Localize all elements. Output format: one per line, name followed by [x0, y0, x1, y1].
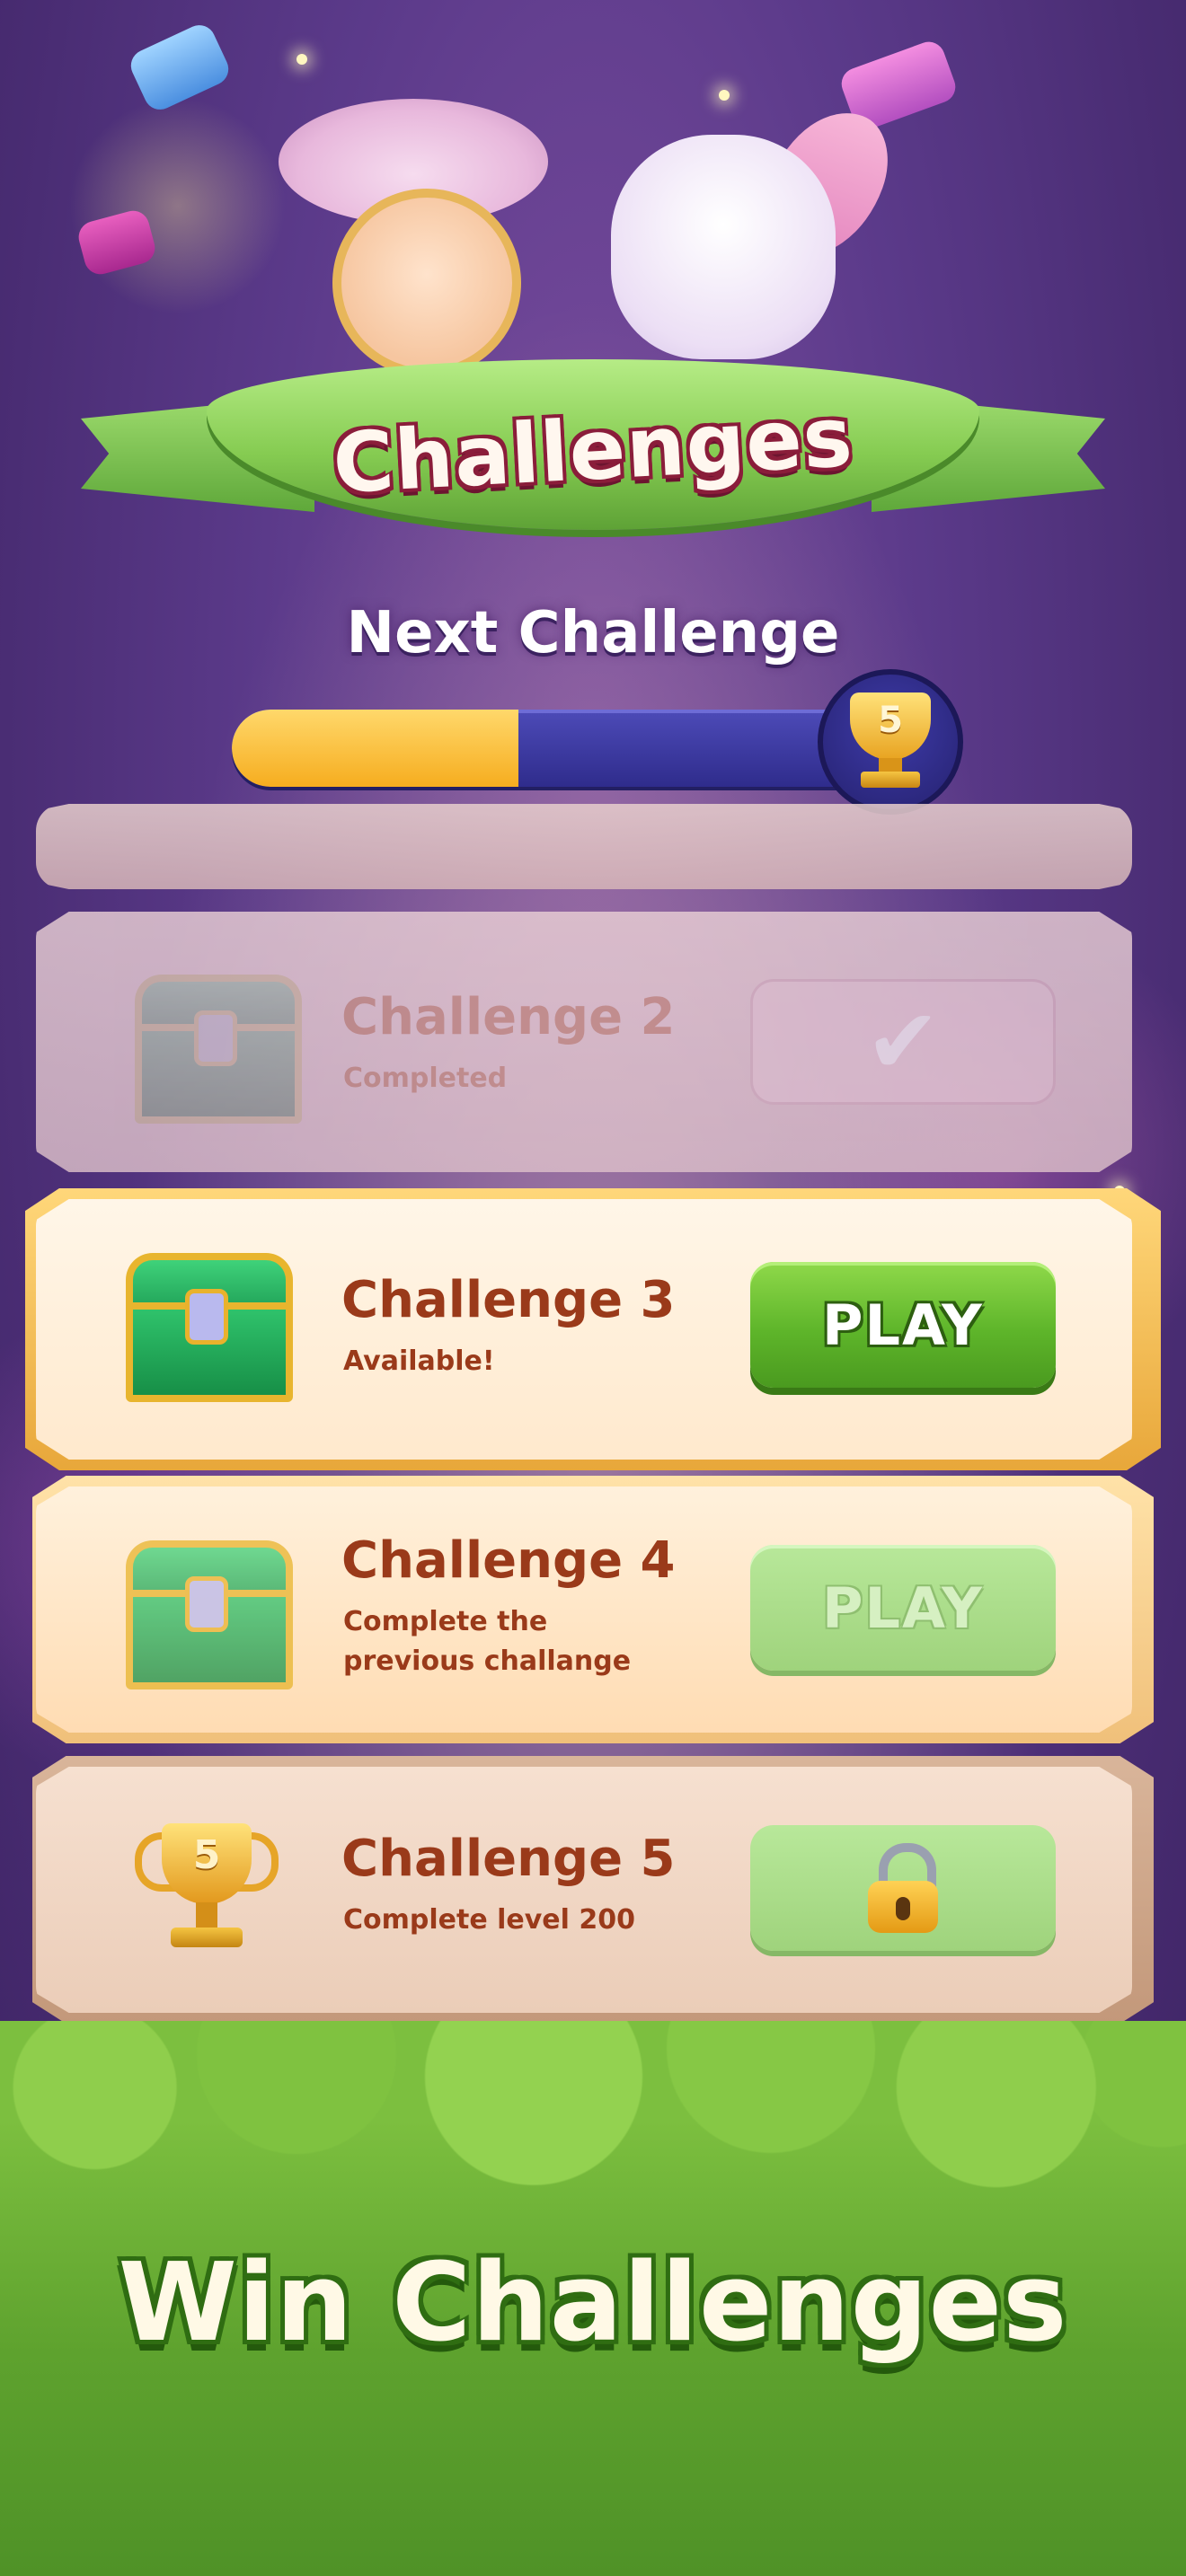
trophy-icon: 5 — [135, 1823, 279, 1958]
title-banner: Challenges — [81, 359, 1105, 548]
challenge-title: Challenge 3 — [341, 1271, 676, 1329]
trophy-number: 5 — [878, 700, 903, 741]
challenge-requirement: Complete level 200 — [343, 1904, 636, 1936]
next-challenge-label: Next Challenge — [346, 600, 840, 666]
trophy-badge: 5 — [818, 669, 963, 815]
play-button-disabled[interactable]: PLAY — [750, 1545, 1056, 1671]
challenge-title: Challenge 2 — [341, 988, 676, 1046]
trophy-number: 5 — [192, 1832, 221, 1878]
treasure-chest-icon — [135, 975, 302, 1124]
challenge-card-4: Challenge 4 Complete the previous challa… — [36, 1486, 1132, 1733]
progress-fill — [232, 710, 519, 787]
padlock-icon — [863, 1843, 943, 1933]
challenge-card-2: Challenge 2 Completed ✔ — [36, 912, 1132, 1172]
challenge-status: Completed — [343, 1063, 508, 1094]
trophy-base — [861, 772, 920, 788]
winged-cat-illustration — [611, 135, 836, 359]
challenge-requirement-line-2: previous challange — [343, 1645, 632, 1677]
treasure-chest-icon — [126, 1540, 293, 1689]
checkmark-icon: ✔ — [865, 989, 941, 1094]
challenge-card-partial — [36, 804, 1132, 889]
girl-character-illustration — [332, 189, 521, 377]
footer-title: Win Challenges — [118, 2241, 1068, 2366]
challenge-progress-bar — [232, 710, 915, 787]
challenge-requirement-line-1: Complete the — [343, 1606, 548, 1637]
locked-button[interactable] — [750, 1825, 1056, 1951]
sparkle-icon — [296, 54, 307, 65]
challenge-card-3: Challenge 3 Available! PLAY — [36, 1199, 1132, 1460]
challenge-status: Available! — [343, 1345, 495, 1377]
completed-button: ✔ — [750, 979, 1056, 1105]
play-button[interactable]: PLAY — [750, 1262, 1056, 1388]
challenge-title: Challenge 5 — [341, 1830, 676, 1888]
challenge-title: Challenge 4 — [341, 1531, 676, 1590]
treasure-chest-icon — [126, 1253, 293, 1402]
